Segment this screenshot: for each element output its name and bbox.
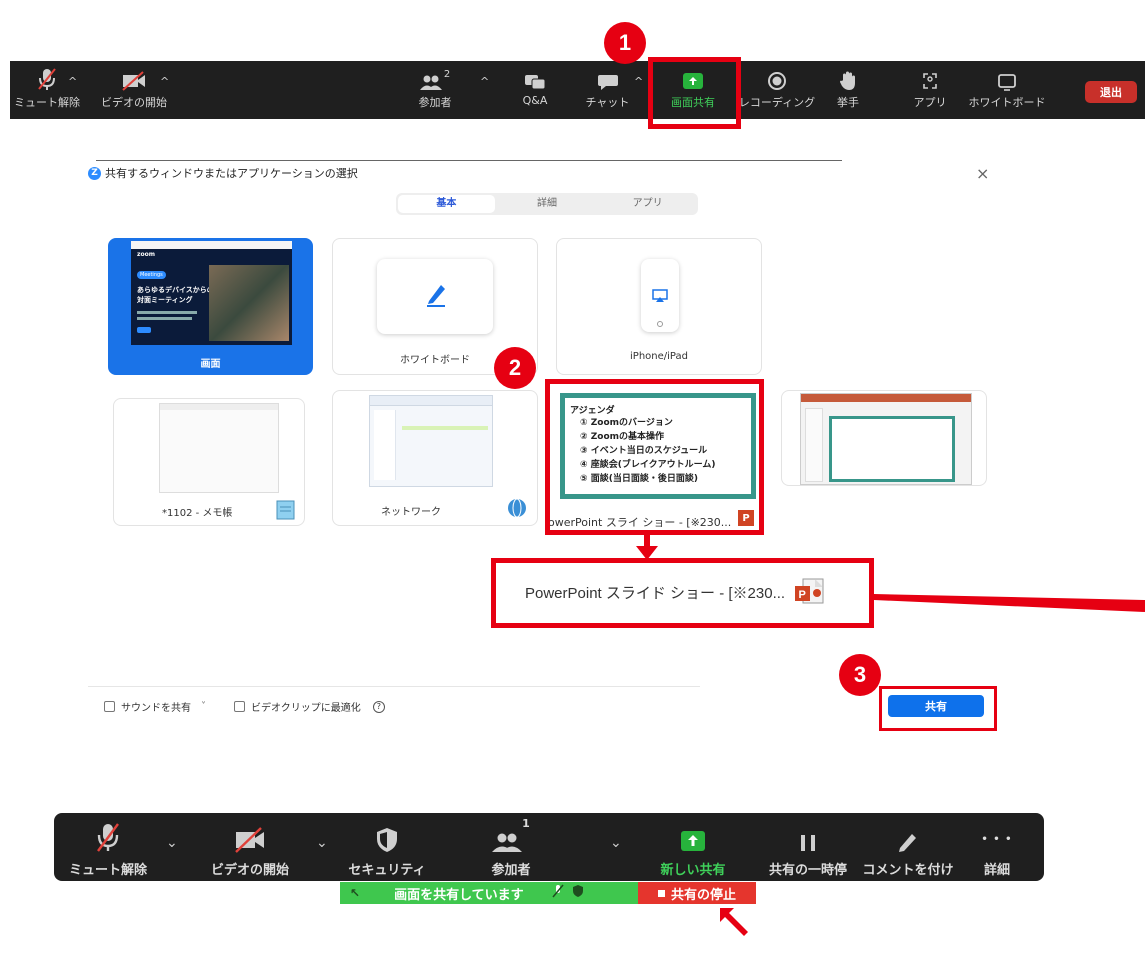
- help-icon[interactable]: ?: [372, 700, 385, 713]
- dialog-top-border: [96, 160, 842, 161]
- red-pointer-line: [874, 594, 1145, 612]
- optimize-video-checkbox[interactable]: [234, 701, 245, 712]
- tile-network[interactable]: ネットワーク: [332, 390, 538, 526]
- notepad-preview: [159, 403, 279, 493]
- chat-icon: [597, 61, 619, 91]
- apps-icon: [921, 61, 939, 91]
- video-off-icon: [121, 61, 147, 91]
- mute-button[interactable]: ミュート解除: [12, 61, 82, 119]
- highlight-share-confirm: [879, 686, 997, 731]
- share-tabs: 基本 詳細 アプリ: [396, 193, 698, 215]
- tab-basic[interactable]: 基本: [398, 195, 495, 213]
- new-share-button[interactable]: 新しい共有: [648, 813, 738, 881]
- record-button[interactable]: レコーディング: [738, 61, 816, 119]
- apps-button[interactable]: アプリ: [910, 61, 950, 119]
- tile-notepad[interactable]: *1102 - メモ帳: [113, 398, 305, 526]
- highlight-share-button: [648, 57, 741, 129]
- leave-button[interactable]: 退出: [1085, 81, 1137, 103]
- chevron-down-icon[interactable]: ⌄: [316, 835, 328, 851]
- optimize-video-option[interactable]: ビデオクリップに最適化 ?: [234, 699, 385, 714]
- qa-icon: [524, 61, 546, 91]
- record-icon: [767, 61, 787, 91]
- chevron-up-icon[interactable]: ^: [160, 75, 169, 88]
- share-arrow-icon: [680, 813, 706, 853]
- chevron-down-icon[interactable]: ˅: [201, 701, 206, 712]
- chevron-up-icon[interactable]: ^: [68, 75, 77, 88]
- pencil-icon: [897, 813, 919, 853]
- step-badge-1: 1: [604, 22, 646, 64]
- tab-advanced[interactable]: 詳細: [499, 195, 596, 213]
- highlight-selected-window: [491, 558, 874, 628]
- sharing-status-bar: ↖ 画面を共有しています: [340, 882, 638, 904]
- airplay-icon: [652, 289, 668, 302]
- powerpoint-editor-preview: [800, 393, 972, 485]
- whiteboard-button[interactable]: ホワイトボード: [969, 61, 1046, 119]
- bottom-toolbar: ミュート解除 ⌄ ビデオの開始 ⌄ セキュリティ 1 参加者 ⌄ 新しい共有 共…: [54, 813, 1044, 881]
- chevron-up-icon[interactable]: ^: [480, 75, 489, 88]
- whiteboard-card: [377, 259, 493, 334]
- zoom-logo-icon: Z: [88, 166, 101, 180]
- qa-button[interactable]: Q&A: [510, 61, 560, 119]
- raise-hand-button[interactable]: 挙手: [828, 61, 868, 119]
- hand-icon: [839, 61, 857, 91]
- phone-card: [641, 259, 679, 332]
- tile-iphone-ipad[interactable]: iPhone/iPad: [556, 238, 762, 375]
- network-icon: [508, 498, 526, 518]
- collapse-arrow-icon[interactable]: ↖: [350, 886, 360, 900]
- annotate-button[interactable]: コメントを付け: [860, 813, 956, 881]
- participants-icon: 1: [492, 813, 530, 853]
- share-sound-option[interactable]: サウンドを共有 ˅: [104, 699, 206, 714]
- step-badge-2: 2: [494, 347, 536, 389]
- tab-apps[interactable]: アプリ: [599, 195, 696, 213]
- more-dots-icon: • • •: [981, 834, 1013, 845]
- participants-button[interactable]: 1 参加者: [478, 813, 544, 881]
- stop-share-button[interactable]: 共有の停止: [638, 882, 756, 904]
- explorer-preview: [369, 395, 493, 487]
- video-off-icon: [233, 813, 267, 853]
- video-button[interactable]: ビデオの開始: [98, 61, 170, 119]
- chat-button[interactable]: チャット: [580, 61, 635, 119]
- chevron-down-icon[interactable]: ⌄: [166, 835, 178, 851]
- muted-mic-icon: [552, 884, 564, 902]
- chevron-down-icon[interactable]: ⌄: [610, 835, 622, 851]
- pause-share-button[interactable]: 共有の一時停: [760, 813, 856, 881]
- step-badge-3: 3: [839, 654, 881, 696]
- participants-button[interactable]: 2 参加者: [410, 61, 460, 119]
- tile-powerpoint-editor[interactable]: [781, 390, 987, 486]
- muted-mic-icon: [94, 813, 122, 853]
- chevron-up-icon[interactable]: ^: [634, 75, 643, 88]
- stop-square-icon: [657, 889, 665, 897]
- participants-icon: 2: [419, 61, 450, 91]
- highlight-powerpoint-tile: [545, 379, 764, 535]
- notepad-icon: [276, 500, 295, 520]
- shield-icon: [572, 884, 584, 902]
- whiteboard-icon: [997, 61, 1017, 91]
- shield-icon: [376, 813, 398, 853]
- mute-button[interactable]: ミュート解除: [66, 813, 150, 881]
- share-sound-checkbox[interactable]: [104, 701, 115, 712]
- muted-mic-icon: [36, 61, 58, 91]
- dialog-title: Z 共有するウィンドウまたはアプリケーションの選択: [88, 165, 358, 181]
- screen-preview: zoom Meetings あらゆるデバイスからの 対面ミーティング: [131, 241, 292, 345]
- dialog-footer-divider: [88, 686, 700, 687]
- tile-screen[interactable]: zoom Meetings あらゆるデバイスからの 対面ミーティング 画面: [108, 238, 313, 375]
- security-button[interactable]: セキュリティ: [344, 813, 430, 881]
- pause-icon: [798, 813, 818, 853]
- more-button[interactable]: • • • 詳細: [972, 813, 1022, 881]
- pen-icon: [427, 285, 445, 307]
- top-toolbar: ミュート解除 ^ ビデオの開始 ^ 2 参加者 ^ Q&A チャット ^ 画面共…: [10, 61, 1145, 119]
- video-button[interactable]: ビデオの開始: [200, 813, 300, 881]
- pointer-arrow-icon: [720, 908, 748, 936]
- close-icon[interactable]: ×: [976, 164, 989, 183]
